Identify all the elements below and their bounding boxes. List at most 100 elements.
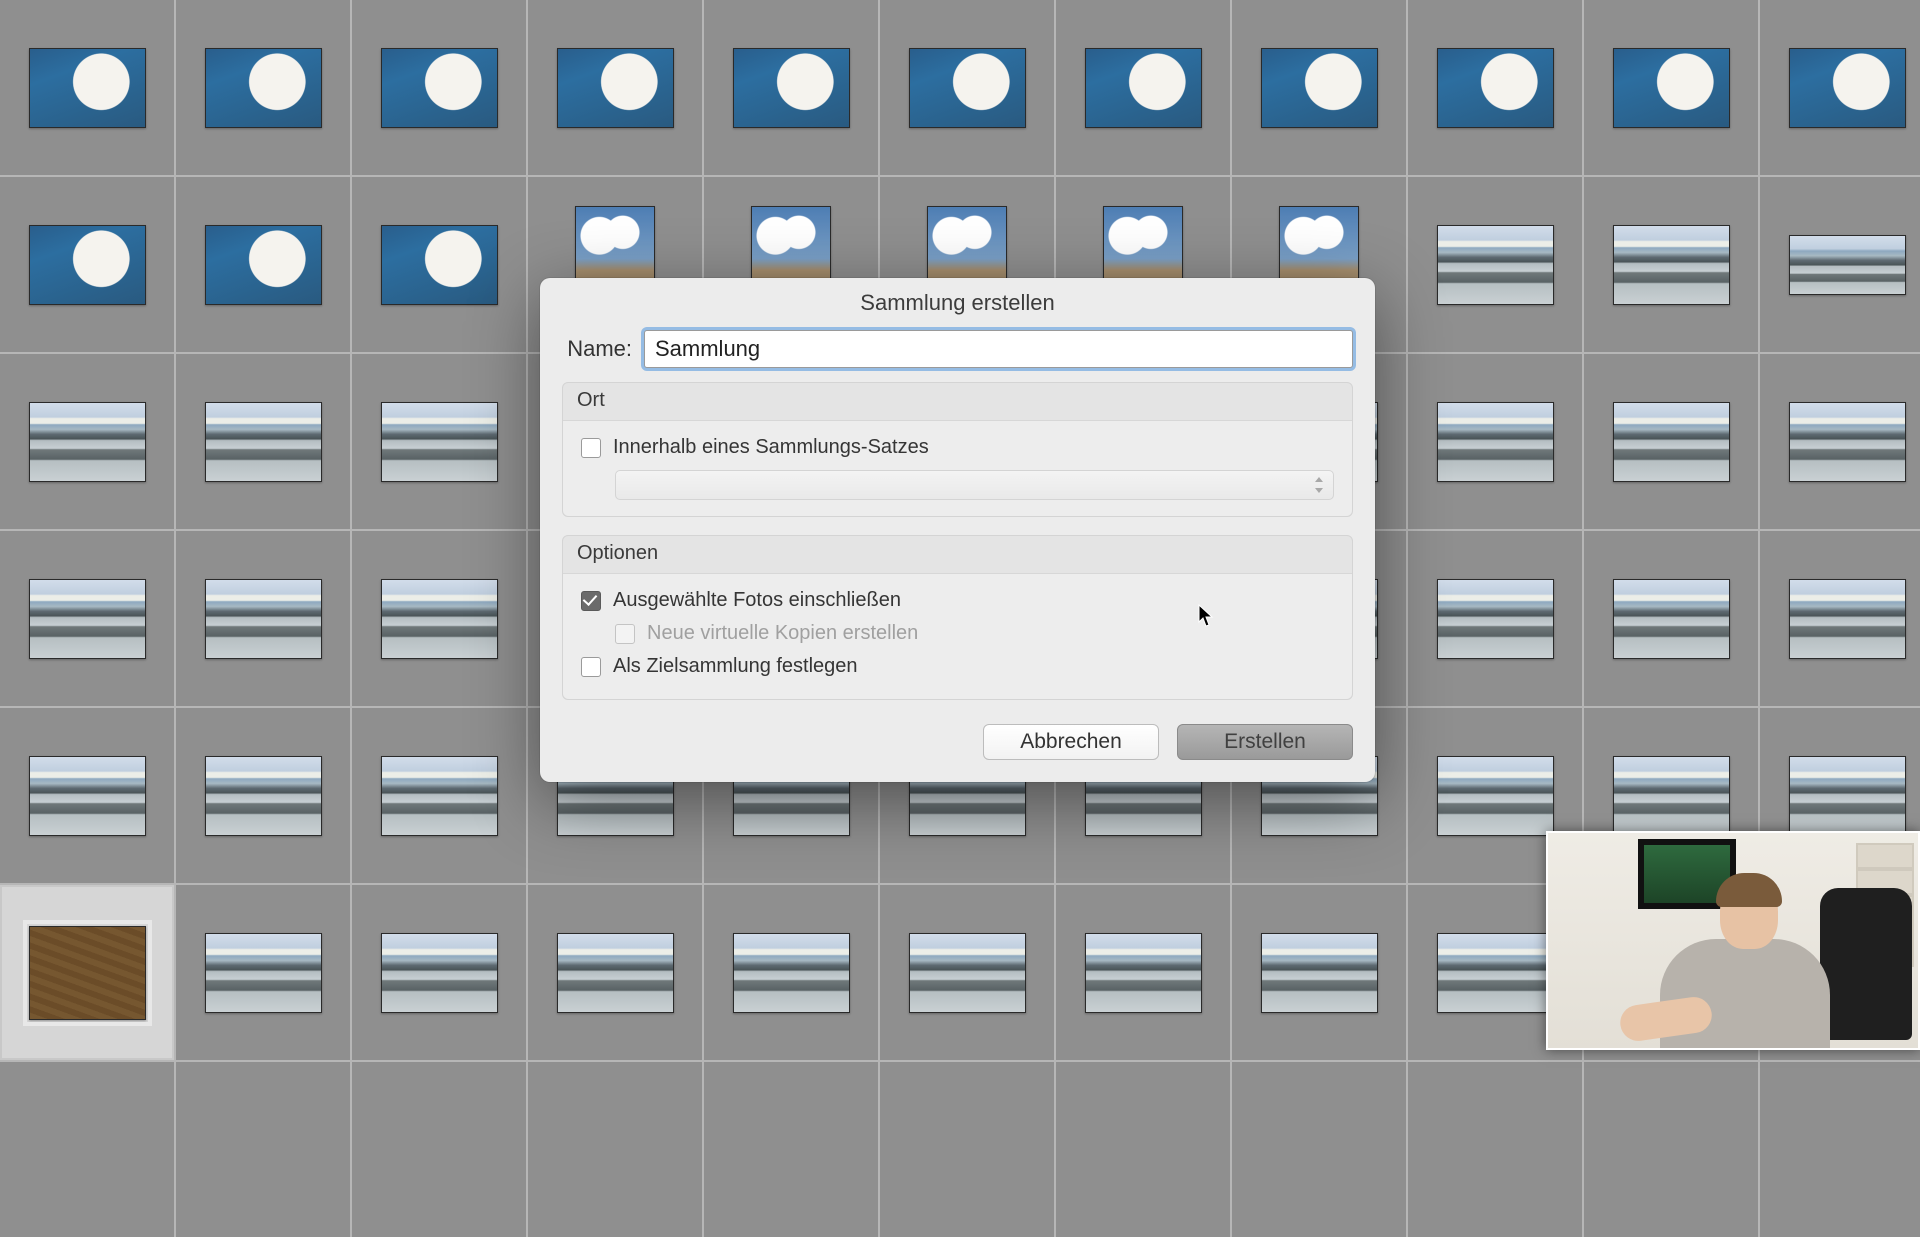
grid-cell[interactable]: [1056, 0, 1232, 175]
thumbnail[interactable]: [557, 933, 674, 1013]
grid-cell[interactable]: [1408, 1062, 1584, 1237]
thumbnail[interactable]: [1437, 756, 1554, 836]
grid-cell[interactable]: [1760, 0, 1920, 175]
thumbnail[interactable]: [205, 579, 322, 659]
thumbnail[interactable]: [381, 225, 498, 305]
grid-cell[interactable]: [528, 1062, 704, 1237]
grid-cell[interactable]: [1232, 885, 1408, 1060]
thumbnail[interactable]: [1789, 48, 1906, 128]
grid-cell[interactable]: [1408, 531, 1584, 706]
grid-cell[interactable]: [1056, 1062, 1232, 1237]
grid-cell[interactable]: [1760, 1062, 1920, 1237]
grid-cell[interactable]: [1232, 1062, 1408, 1237]
thumbnail[interactable]: [205, 933, 322, 1013]
thumbnail[interactable]: [205, 48, 322, 128]
thumbnail[interactable]: [1789, 756, 1906, 836]
thumbnail[interactable]: [1789, 579, 1906, 659]
grid-cell[interactable]: [880, 885, 1056, 1060]
thumbnail[interactable]: [381, 579, 498, 659]
grid-cell[interactable]: [1232, 0, 1408, 175]
target-collection-checkbox[interactable]: [581, 657, 601, 677]
thumbnail[interactable]: [205, 225, 322, 305]
grid-cell[interactable]: [0, 0, 176, 175]
thumbnail[interactable]: [29, 48, 146, 128]
thumbnail[interactable]: [909, 933, 1026, 1013]
thumbnail[interactable]: [205, 756, 322, 836]
grid-cell[interactable]: [352, 1062, 528, 1237]
collection-set-dropdown[interactable]: [615, 470, 1334, 500]
grid-cell[interactable]: [0, 354, 176, 529]
grid-cell[interactable]: [352, 354, 528, 529]
grid-cell[interactable]: [880, 0, 1056, 175]
thumbnail[interactable]: [1613, 756, 1730, 836]
thumbnail[interactable]: [1789, 402, 1906, 482]
grid-cell[interactable]: [1760, 531, 1920, 706]
thumbnail[interactable]: [1789, 235, 1906, 295]
grid-cell[interactable]: [1760, 177, 1920, 352]
grid-cell[interactable]: [352, 708, 528, 883]
thumbnail[interactable]: [1437, 225, 1554, 305]
thumbnail[interactable]: [1085, 933, 1202, 1013]
thumbnail[interactable]: [29, 926, 146, 1020]
grid-cell[interactable]: [1408, 0, 1584, 175]
grid-cell[interactable]: [1760, 354, 1920, 529]
thumbnail[interactable]: [1613, 579, 1730, 659]
grid-cell[interactable]: [880, 1062, 1056, 1237]
grid-cell[interactable]: [0, 885, 176, 1060]
grid-cell[interactable]: [1584, 1062, 1760, 1237]
grid-cell[interactable]: [176, 885, 352, 1060]
grid-cell[interactable]: [176, 531, 352, 706]
inside-set-checkbox[interactable]: [581, 438, 601, 458]
virtual-copies-checkbox[interactable]: [615, 624, 635, 644]
thumbnail[interactable]: [1437, 933, 1554, 1013]
thumbnail[interactable]: [1437, 579, 1554, 659]
grid-cell[interactable]: [1584, 0, 1760, 175]
grid-cell[interactable]: [0, 531, 176, 706]
thumbnail[interactable]: [381, 933, 498, 1013]
thumbnail[interactable]: [733, 933, 850, 1013]
thumbnail[interactable]: [1437, 48, 1554, 128]
thumbnail[interactable]: [1085, 48, 1202, 128]
thumbnail[interactable]: [909, 48, 1026, 128]
thumbnail[interactable]: [29, 756, 146, 836]
grid-cell[interactable]: [528, 885, 704, 1060]
create-button[interactable]: Erstellen: [1177, 724, 1353, 760]
collection-name-input[interactable]: [644, 330, 1353, 368]
grid-cell[interactable]: [352, 177, 528, 352]
include-selected-checkbox[interactable]: [581, 591, 601, 611]
grid-cell[interactable]: [352, 885, 528, 1060]
grid-cell[interactable]: [0, 708, 176, 883]
thumbnail[interactable]: [381, 48, 498, 128]
grid-cell[interactable]: [1584, 354, 1760, 529]
grid-cell[interactable]: [1408, 177, 1584, 352]
grid-cell[interactable]: [528, 0, 704, 175]
grid-cell[interactable]: [176, 1062, 352, 1237]
grid-cell[interactable]: [1408, 354, 1584, 529]
grid-cell[interactable]: [704, 885, 880, 1060]
thumbnail[interactable]: [1613, 225, 1730, 305]
grid-cell[interactable]: [352, 531, 528, 706]
thumbnail[interactable]: [733, 48, 850, 128]
grid-cell[interactable]: [0, 1062, 176, 1237]
thumbnail[interactable]: [1613, 48, 1730, 128]
grid-cell[interactable]: [1056, 885, 1232, 1060]
thumbnail[interactable]: [1261, 48, 1378, 128]
grid-cell[interactable]: [1584, 177, 1760, 352]
thumbnail[interactable]: [1261, 933, 1378, 1013]
grid-cell[interactable]: [176, 708, 352, 883]
thumbnail[interactable]: [381, 756, 498, 836]
thumbnail[interactable]: [381, 402, 498, 482]
thumbnail[interactable]: [1437, 402, 1554, 482]
grid-cell[interactable]: [704, 1062, 880, 1237]
cancel-button[interactable]: Abbrechen: [983, 724, 1159, 760]
grid-cell[interactable]: [704, 0, 880, 175]
thumbnail[interactable]: [29, 225, 146, 305]
grid-cell[interactable]: [0, 177, 176, 352]
thumbnail[interactable]: [29, 579, 146, 659]
thumbnail[interactable]: [1613, 402, 1730, 482]
thumbnail[interactable]: [557, 48, 674, 128]
grid-cell[interactable]: [176, 177, 352, 352]
grid-cell[interactable]: [352, 0, 528, 175]
grid-cell[interactable]: [1584, 531, 1760, 706]
thumbnail[interactable]: [29, 402, 146, 482]
